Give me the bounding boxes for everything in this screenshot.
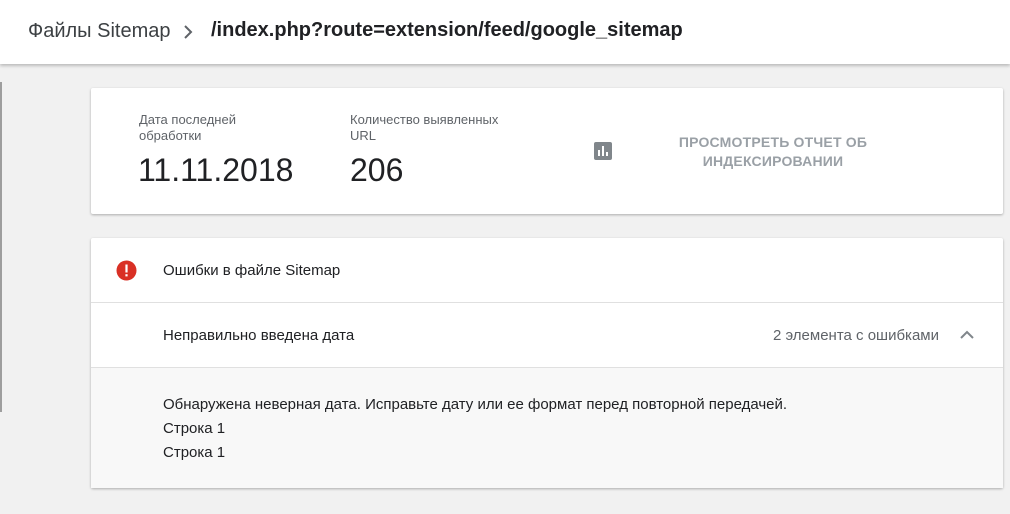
top-header: Файлы Sitemap /index.php?route=extension… — [0, 0, 1010, 64]
chevron-right-icon — [178, 20, 198, 44]
errors-header: Ошибки в файле Sitemap — [91, 238, 1003, 303]
breadcrumb-current-sitemap: /index.php?route=extension/feed/google_s… — [211, 19, 683, 41]
error-icon — [116, 260, 137, 281]
breadcrumb-sitemaps-link[interactable]: Файлы Sitemap — [28, 20, 170, 43]
error-details-panel: Обнаружена неверная дата. Исправьте дату… — [91, 368, 1003, 488]
errors-title: Ошибки в файле Sitemap — [163, 262, 341, 279]
error-type-label: Неправильно введена дата — [163, 327, 355, 344]
chevron-up-icon[interactable] — [957, 327, 977, 343]
error-line-reference: Строка 1 — [163, 420, 226, 437]
error-description: Обнаружена неверная дата. Исправьте дату… — [163, 396, 788, 413]
bar-chart-icon[interactable] — [594, 142, 612, 160]
left-divider — [0, 82, 2, 412]
sitemap-errors-card: Ошибки в файле Sitemap Неправильно введе… — [91, 238, 1003, 488]
sitemap-summary-card: Дата последней обработки 11.11.2018 Коли… — [91, 88, 1003, 214]
error-line-reference: Строка 1 — [163, 444, 226, 461]
invalid-date-error-row[interactable]: Неправильно введена дата 2 элемента с ош… — [91, 303, 1003, 368]
discovered-urls-value: 206 — [350, 152, 404, 188]
discovered-urls-label: Количество выявленных URL — [350, 112, 499, 143]
last-processed-value: 11.11.2018 — [138, 152, 294, 188]
last-processed-label: Дата последней обработки — [139, 112, 236, 143]
open-indexing-report-button[interactable]: ПРОСМОТРЕТЬ ОТЧЕТ ОБ ИНДЕКСИРОВАНИИ — [671, 133, 875, 171]
error-count: 2 элемента с ошибками — [772, 327, 939, 344]
